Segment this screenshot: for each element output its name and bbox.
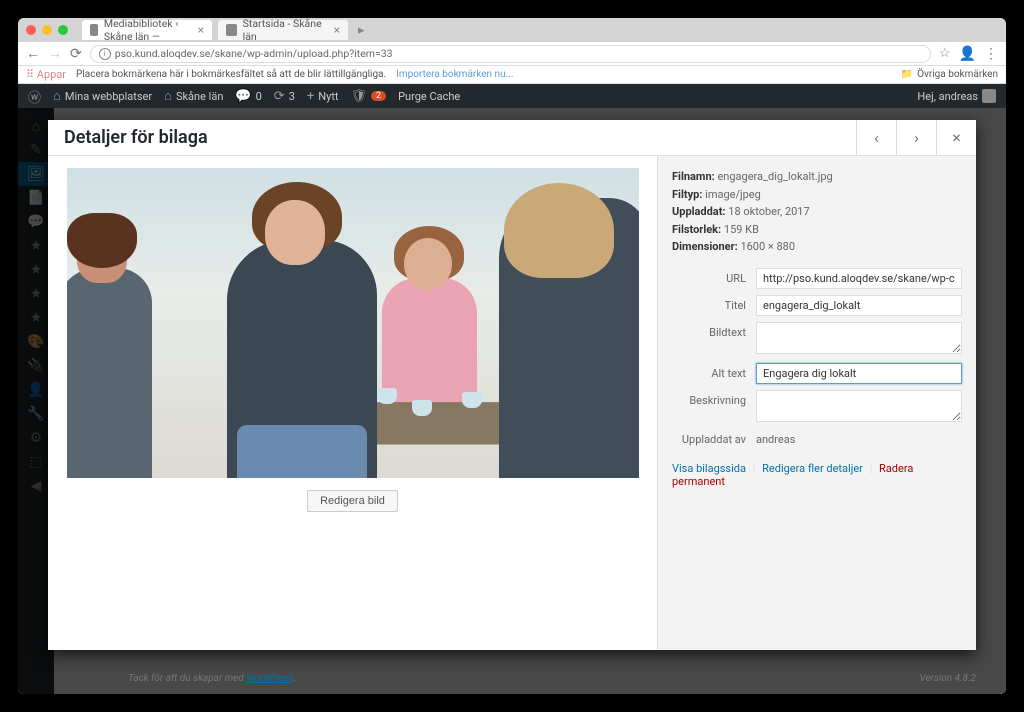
- wp-admin-bar: ⓦ ⌂Mina webbplatser ⌂Skåne län 💬0 ⟳3 +Ny…: [18, 84, 1006, 108]
- description-label: Beskrivning: [672, 390, 746, 407]
- window-controls: [26, 25, 68, 35]
- bookmark-star-icon[interactable]: ☆: [939, 46, 951, 61]
- browser-tab[interactable]: Startsida - Skåne län ×: [218, 20, 348, 40]
- attachment-details-panel: Filnamn: engagera_dig_lokalt.jpg Filtyp:…: [658, 156, 976, 650]
- other-bookmarks[interactable]: 📁 Övriga bokmärken: [901, 69, 998, 80]
- folder-icon: 📁: [901, 69, 913, 80]
- url-text: pso.kund.aloqdev.se/skane/wp-admin/uploa…: [115, 47, 393, 60]
- import-bookmarks-link[interactable]: Importera bokmärken nu...: [396, 69, 513, 80]
- view-attachment-link[interactable]: Visa bilagssida: [672, 462, 746, 475]
- attachment-image: [67, 168, 639, 478]
- attachment-preview: Redigera bild: [48, 156, 658, 650]
- alt-text-input[interactable]: [756, 363, 962, 384]
- updates-link[interactable]: ⟳3: [274, 89, 295, 104]
- caption-label: Bildtext: [672, 322, 746, 339]
- new-content-link[interactable]: +Nytt: [307, 89, 339, 104]
- alt-label: Alt text: [672, 363, 746, 380]
- next-attachment-button[interactable]: ›: [896, 120, 936, 156]
- bookmark-bar: ⠿ Appar Placera bokmärkena här i bokmärk…: [18, 66, 1006, 84]
- apps-icon[interactable]: ⠿ Appar: [26, 68, 66, 81]
- avatar-icon: [982, 89, 996, 103]
- modal-title: Detaljer för bilaga: [64, 127, 208, 148]
- title-input[interactable]: [756, 295, 962, 316]
- url-input[interactable]: [756, 268, 962, 289]
- back-icon[interactable]: ←: [26, 45, 40, 62]
- browser-tab-bar: Mediabibliotek ‹ Skåne län — × Startsida…: [18, 18, 1006, 42]
- wordpress-link[interactable]: WordPress: [246, 673, 293, 684]
- description-input[interactable]: [756, 390, 962, 422]
- attachment-details-modal: Detaljer för bilaga ‹ › ×: [48, 120, 976, 650]
- reload-icon[interactable]: ⟳: [70, 46, 82, 62]
- notifications-link[interactable]: 🛡2: [351, 89, 387, 104]
- content-area: ⌂ ✎ 🖼 📄 💬 ★ ★ ★ ★ 🎨 🔌 👤 🔧 ⚙ ⬚ ◀ Detaljer…: [18, 108, 1006, 694]
- tab-favicon-icon: [226, 24, 237, 36]
- wp-logo-icon[interactable]: ⓦ: [28, 87, 41, 106]
- browser-tab-active[interactable]: Mediabibliotek ‹ Skåne län — ×: [82, 20, 212, 40]
- comments-link[interactable]: 💬0: [235, 89, 261, 104]
- attachment-actions: Visa bilagssida | Redigera fler detaljer…: [672, 462, 962, 488]
- user-greeting[interactable]: Hej, andreas: [917, 89, 996, 103]
- purge-cache-link[interactable]: Purge Cache: [398, 90, 460, 103]
- new-tab-icon[interactable]: ▸: [358, 23, 365, 38]
- minimize-window-icon[interactable]: [42, 25, 52, 35]
- close-tab-icon[interactable]: ×: [198, 23, 204, 37]
- edit-more-link[interactable]: Redigera fler detaljer: [762, 462, 863, 475]
- edit-image-button[interactable]: Redigera bild: [307, 490, 398, 512]
- title-label: Titel: [672, 295, 746, 312]
- url-input[interactable]: i pso.kund.aloqdev.se/skane/wp-admin/upl…: [90, 45, 931, 63]
- attachment-meta: Filnamn: engagera_dig_lokalt.jpg Filtyp:…: [672, 168, 962, 256]
- tab-favicon-icon: [90, 24, 98, 36]
- url-label: URL: [672, 268, 746, 285]
- uploader-label: Uppladdat av: [672, 433, 746, 446]
- profile-icon[interactable]: 👤: [959, 46, 976, 62]
- site-name-link[interactable]: ⌂Skåne län: [164, 88, 223, 104]
- close-modal-button[interactable]: ×: [936, 120, 976, 156]
- browser-menu-icon[interactable]: ⋮: [984, 46, 998, 62]
- tab-label: Mediabibliotek ‹ Skåne län —: [104, 18, 192, 43]
- my-sites-link[interactable]: ⌂Mina webbplatser: [53, 88, 152, 104]
- bookmark-hint: Placera bokmärkena här i bokmärkesfältet…: [76, 69, 386, 80]
- prev-attachment-button[interactable]: ‹: [856, 120, 896, 156]
- modal-header: Detaljer för bilaga ‹ › ×: [48, 120, 976, 156]
- close-window-icon[interactable]: [26, 25, 36, 35]
- admin-footer: Tack för att du skapar med WordPress. Ve…: [128, 673, 976, 684]
- tab-label: Startsida - Skåne län: [243, 18, 328, 43]
- site-info-icon[interactable]: i: [99, 48, 111, 60]
- forward-icon[interactable]: →: [48, 45, 62, 62]
- uploader-name: andreas: [756, 433, 795, 446]
- maximize-window-icon[interactable]: [58, 25, 68, 35]
- version-text: Version 4.8.2: [919, 673, 976, 684]
- caption-input[interactable]: [756, 322, 962, 354]
- close-tab-icon[interactable]: ×: [334, 23, 340, 37]
- address-bar: ← → ⟳ i pso.kund.aloqdev.se/skane/wp-adm…: [18, 42, 1006, 66]
